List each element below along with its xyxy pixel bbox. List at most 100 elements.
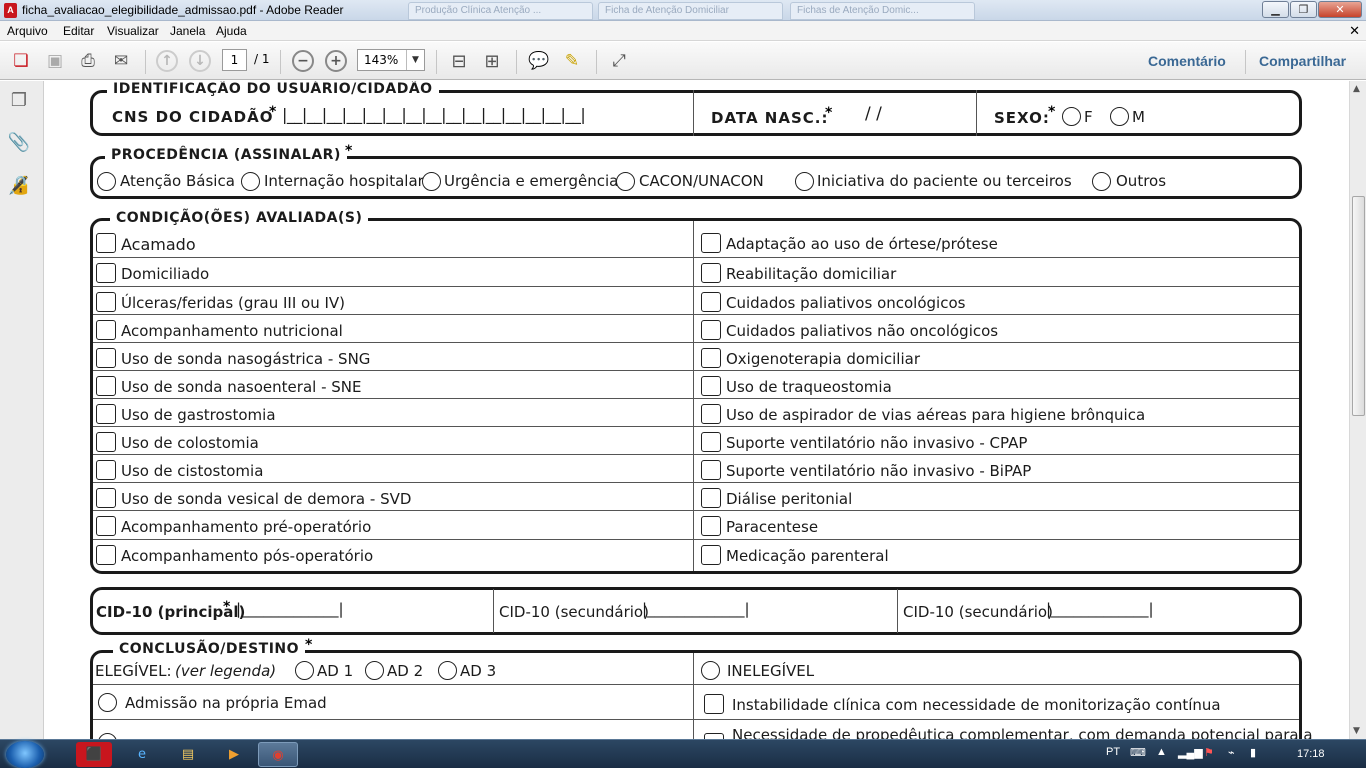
- page-total: / 1: [254, 52, 270, 66]
- vertical-scrollbar[interactable]: ▲ ▼: [1349, 81, 1366, 739]
- minimize-button[interactable]: ▁: [1262, 1, 1289, 18]
- menu-bar: Arquivo Editar Visualizar Janela Ajuda ✕: [0, 21, 1366, 41]
- condition-checkbox[interactable]: [701, 460, 721, 480]
- media-player-icon[interactable]: ▶: [214, 742, 254, 767]
- action-center-icon[interactable]: ⚑: [1204, 746, 1214, 759]
- cns-field[interactable]: |__|__|__|__|__|__|__|__|__|__|__|__|__|…: [282, 105, 586, 124]
- ad1-radio[interactable]: [295, 661, 314, 680]
- condition-checkbox[interactable]: [701, 404, 721, 424]
- admission-radio[interactable]: [98, 693, 117, 712]
- scroll-thumb[interactable]: [1352, 196, 1365, 416]
- zoom-out-icon[interactable]: −: [292, 50, 314, 72]
- close-document-icon[interactable]: ✕: [1349, 23, 1360, 39]
- condition-checkbox[interactable]: [701, 488, 721, 508]
- sticky-note-icon[interactable]: 💬: [527, 49, 551, 73]
- origin-radio[interactable]: [97, 172, 116, 191]
- network-icon[interactable]: ▂▄▆: [1178, 746, 1203, 759]
- birthdate-field[interactable]: / /: [865, 104, 882, 124]
- page-number-input[interactable]: 1: [222, 49, 247, 71]
- print-icon[interactable]: ⎙: [76, 49, 100, 73]
- condition-checkbox[interactable]: [96, 292, 116, 312]
- chevron-down-icon[interactable]: ▼: [406, 50, 424, 70]
- pages-icon[interactable]: ❐: [7, 89, 31, 113]
- zoom-in-icon[interactable]: +: [325, 50, 347, 72]
- condition-checkbox[interactable]: [96, 516, 116, 536]
- sex-f-radio[interactable]: [1062, 107, 1081, 126]
- email-icon[interactable]: ✉: [109, 49, 133, 73]
- required-mark: *: [1048, 104, 1056, 120]
- condition-checkbox[interactable]: [701, 292, 721, 312]
- condition-checkbox[interactable]: [701, 320, 721, 340]
- document-area: IDENTIFICAÇÃO DO USUÁRIO/CIDADÃO CNS DO …: [45, 81, 1349, 739]
- row-divider: [93, 482, 1299, 483]
- clock[interactable]: 17:18: [1297, 748, 1325, 760]
- menu-janela[interactable]: Janela: [170, 24, 205, 38]
- condition-checkbox[interactable]: [96, 233, 116, 253]
- condition-checkbox[interactable]: [96, 263, 116, 283]
- share-link[interactable]: Compartilhar: [1259, 53, 1346, 69]
- show-hidden-icons-icon[interactable]: ▲: [1156, 746, 1167, 758]
- next-page-icon[interactable]: ↓: [189, 50, 211, 72]
- keyboard-icon[interactable]: ⌨: [1130, 746, 1146, 759]
- maximize-button[interactable]: ❐: [1290, 1, 1317, 18]
- condition-checkbox[interactable]: [701, 263, 721, 283]
- origin-radio[interactable]: [241, 172, 260, 191]
- fit-width-icon[interactable]: ⊞: [480, 49, 504, 73]
- condition-checkbox[interactable]: [96, 376, 116, 396]
- condition-checkbox[interactable]: [701, 376, 721, 396]
- close-button[interactable]: ✕: [1318, 1, 1362, 18]
- condition-checkbox[interactable]: [701, 545, 721, 565]
- sex-m-radio[interactable]: [1110, 107, 1129, 126]
- menu-ajuda[interactable]: Ajuda: [216, 24, 247, 38]
- zoom-select[interactable]: 143% ▼: [357, 49, 425, 71]
- attachment-icon[interactable]: 📎: [7, 131, 31, 155]
- scroll-down-icon[interactable]: ▼: [1353, 726, 1360, 736]
- background-tab[interactable]: Ficha de Atenção Domiciliar: [598, 2, 783, 20]
- cid-principal-field[interactable]: |_____________|: [236, 600, 344, 618]
- ad2-radio[interactable]: [365, 661, 384, 680]
- ad3-radio[interactable]: [438, 661, 457, 680]
- adobe-reader-task-icon[interactable]: ⬛: [76, 742, 112, 767]
- condition-checkbox[interactable]: [96, 320, 116, 340]
- chrome-icon[interactable]: ◉: [258, 742, 298, 767]
- start-button[interactable]: [6, 741, 44, 768]
- condition-checkbox[interactable]: [96, 488, 116, 508]
- origin-radio[interactable]: [616, 172, 635, 191]
- condition-checkbox[interactable]: [701, 516, 721, 536]
- menu-arquivo[interactable]: Arquivo: [7, 24, 48, 38]
- ineligible-radio[interactable]: [701, 661, 720, 680]
- origin-radio[interactable]: [422, 172, 441, 191]
- menu-editar[interactable]: Editar: [63, 24, 94, 38]
- previous-page-icon[interactable]: ↑: [156, 50, 178, 72]
- condition-checkbox[interactable]: [96, 545, 116, 565]
- language-indicator[interactable]: PT: [1106, 746, 1120, 758]
- origin-radio[interactable]: [795, 172, 814, 191]
- internet-explorer-icon[interactable]: e: [122, 742, 162, 767]
- cid-secondary-field[interactable]: |_____________|: [642, 600, 750, 618]
- origin-radio[interactable]: [1092, 172, 1111, 191]
- battery-icon[interactable]: ▮: [1250, 746, 1256, 759]
- condition-checkbox[interactable]: [701, 233, 721, 253]
- condition-checkbox[interactable]: [96, 460, 116, 480]
- condition-checkbox[interactable]: [96, 404, 116, 424]
- instability-checkbox[interactable]: [704, 694, 724, 714]
- fit-page-icon[interactable]: ⊟: [447, 49, 471, 73]
- comment-link[interactable]: Comentário: [1148, 53, 1226, 69]
- condition-checkbox[interactable]: [701, 348, 721, 368]
- signature-icon[interactable]: 🔏: [7, 174, 31, 198]
- condition-checkbox[interactable]: [701, 432, 721, 452]
- fullscreen-icon[interactable]: ⤢: [607, 49, 631, 73]
- cid-secondary-field[interactable]: |_____________|: [1046, 600, 1154, 618]
- menu-visualizar[interactable]: Visualizar: [107, 24, 159, 38]
- create-pdf-icon[interactable]: ❏: [9, 49, 33, 73]
- save-icon[interactable]: ▣: [43, 49, 67, 73]
- scroll-up-icon[interactable]: ▲: [1353, 84, 1360, 94]
- usb-icon[interactable]: ⌁: [1228, 746, 1235, 759]
- folder-icon[interactable]: ▤: [168, 742, 208, 767]
- condition-checkbox[interactable]: [96, 432, 116, 452]
- condition-label: Cuidados paliativos não oncológicos: [726, 322, 999, 340]
- background-tab[interactable]: Produção Clínica Atenção ...: [408, 2, 593, 20]
- background-tab[interactable]: Fichas de Atenção Domic...: [790, 2, 975, 20]
- highlight-icon[interactable]: ✎: [560, 49, 584, 73]
- condition-checkbox[interactable]: [96, 348, 116, 368]
